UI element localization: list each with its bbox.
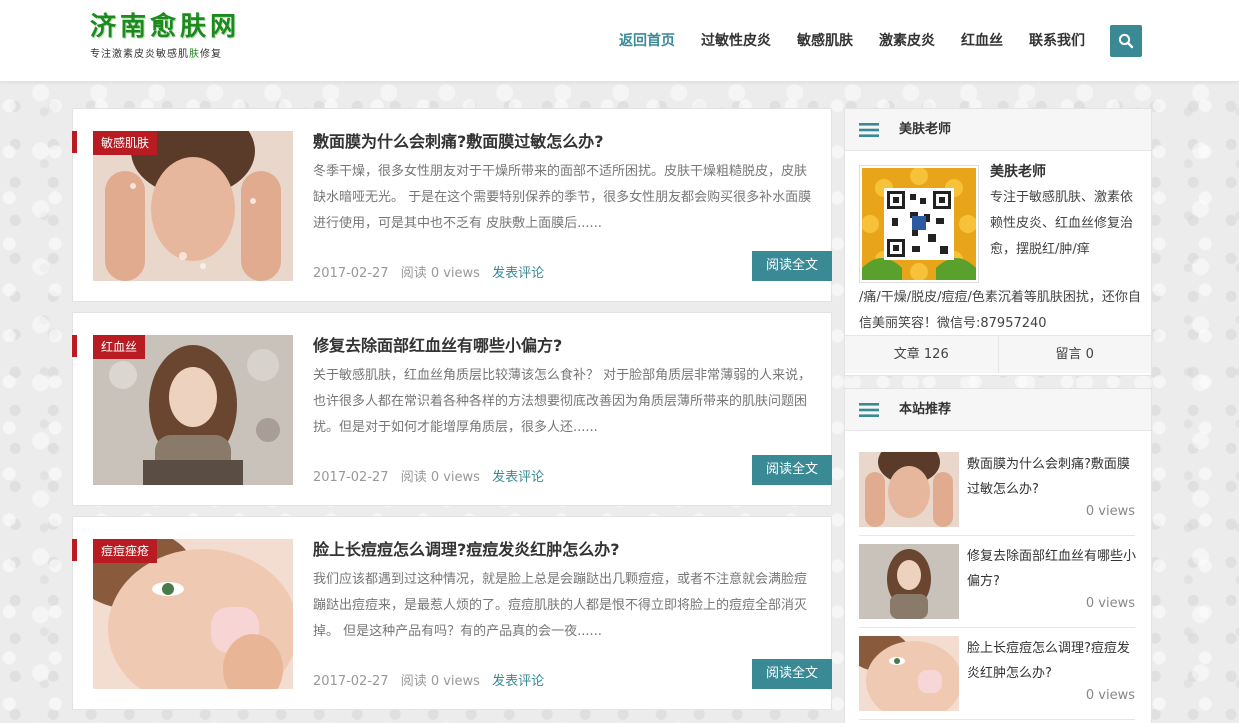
nav-item-allergic-dermatitis[interactable]: 过敏性皮炎 [688,24,784,58]
author-bio-continued: /痛/干燥/脱皮/痘痘/色素沉着等肌肤困扰，还你自信美丽笑容！微信号:87957… [859,290,1141,331]
post-views: 阅读 0 views [400,266,480,281]
author-widget: 美肤老师 美肤老师 专注于敏感肌肤、激素依赖性皮炎、红血丝修复治愈，摆脱红/肿/… [844,108,1152,376]
recommend-title[interactable]: 修复去除面部红血丝有哪些小偏方? [967,544,1137,594]
post-thumbnail[interactable]: 红血丝 [93,335,293,485]
divider [859,719,1135,720]
comment-link[interactable]: 发表评论 [492,674,544,689]
widget-title: 美肤老师 [899,122,952,137]
category-tag[interactable]: 痘痘痤疮 [93,539,158,563]
divider [859,627,1135,628]
recommend-views: 0 views [1085,504,1135,519]
read-more-button[interactable]: 阅读全文 [752,659,832,689]
wechat-qr-code [859,165,979,283]
author-bio: 专注于敏感肌肤、激素依赖性皮炎、红血丝修复治愈，摆脱红/肿/痒 [990,190,1134,257]
recommend-thumbnail[interactable] [859,452,959,527]
post-card: 敏感肌肤 敷面膜为什么会刺痛?敷面膜过敏怎么办? 冬季干燥，很多女性朋友对于干燥… [72,108,832,302]
post-title[interactable]: 敷面膜为什么会刺痛?敷面膜过敏怎么办? [313,130,604,154]
search-icon [1118,33,1134,49]
recommend-title[interactable]: 敷面膜为什么会刺痛?敷面膜过敏怎么办? [967,452,1137,502]
site-subtitle: 专注激素皮炎敏感肌肤修复 [90,49,222,60]
post-excerpt: 我们应该都遇到过这种情况，就是脸上总是会蹦跶出几颗痘痘，或者不注意就会满脸痘蹦跶… [313,572,808,639]
nav-item-hormone-dermatitis[interactable]: 激素皮炎 [866,24,948,58]
post-thumbnail[interactable]: 敏感肌肤 [93,131,293,281]
site-logo[interactable]: 济南愈肤网 专注激素皮炎敏感肌肤修复 [90,12,240,60]
category-tag[interactable]: 敏感肌肤 [93,131,158,155]
nav-item-sensitive-skin[interactable]: 敏感肌肤 [784,24,866,58]
read-more-button[interactable]: 阅读全文 [752,251,832,281]
nav-item-contact[interactable]: 联系我们 [1016,24,1098,58]
post-title[interactable]: 修复去除面部红血丝有哪些小偏方? [313,334,562,358]
post-meta: 2017-02-27 阅读 0 views 发表评论 [313,466,552,485]
author-name: 美肤老师 [990,164,1046,180]
post-date: 2017-02-27 [313,470,389,485]
recommend-views: 0 views [1085,596,1135,611]
widget-header: 美肤老师 [845,109,1151,151]
article-count[interactable]: 文章 126 [845,336,998,373]
nav-item-red-veins[interactable]: 红血丝 [948,24,1016,58]
post-card: 红血丝 修复去除面部红血丝有哪些小偏方? 关于敏感肌肤，红血丝角质层比较薄该怎么… [72,312,832,506]
recommend-title[interactable]: 脸上长痘痘怎么调理?痘痘发炎红肿怎么办? [967,636,1137,686]
search-button[interactable] [1110,25,1142,57]
recommend-item[interactable]: 修复去除面部红血丝有哪些小偏方? 0 views [859,544,1137,622]
post-thumbnail[interactable]: 痘痘痤疮 [93,539,293,689]
post-title[interactable]: 脸上长痘痘怎么调理?痘痘发炎红肿怎么办? [313,538,620,562]
post-meta: 2017-02-27 阅读 0 views 发表评论 [313,262,552,281]
recommend-widget: 本站推荐 敷面膜为什么会刺痛?敷面膜过敏怎么办? 0 views 修复去除面部红… [844,388,1152,723]
post-excerpt: 冬季干燥，很多女性朋友对于干燥所带来的面部不适所困扰。皮肤干燥粗糙脱皮，皮肤缺水… [313,164,812,231]
recommend-item[interactable]: 敷面膜为什么会刺痛?敷面膜过敏怎么办? 0 views [859,452,1135,530]
read-more-button[interactable]: 阅读全文 [752,455,832,485]
comment-link[interactable]: 发表评论 [492,266,544,281]
widget-header: 本站推荐 [845,389,1151,431]
category-tag[interactable]: 红血丝 [93,335,146,359]
recommend-views: 0 views [1085,688,1135,703]
menu-icon [859,403,879,417]
post-excerpt: 关于敏感肌肤，红血丝角质层比较薄该怎么食补？ 对于脸部角质层非常薄弱的人来说，也… [313,368,812,435]
site-header: 济南愈肤网 专注激素皮炎敏感肌肤修复 返回首页 过敏性皮炎 敏感肌肤 激素皮炎 … [0,0,1239,82]
widget-title: 本站推荐 [899,402,952,417]
divider [859,535,1135,536]
menu-icon [859,123,879,137]
comment-link[interactable]: 发表评论 [492,470,544,485]
nav-item-home[interactable]: 返回首页 [606,24,688,58]
post-date: 2017-02-27 [313,266,389,281]
recommend-item[interactable]: 脸上长痘痘怎么调理?痘痘发炎红肿怎么办? 0 views [859,636,1135,714]
message-count[interactable]: 留言 0 [997,336,1152,373]
recommend-thumbnail[interactable] [859,544,959,619]
post-views: 阅读 0 views [400,470,480,485]
recommend-thumbnail[interactable] [859,636,959,711]
post-date: 2017-02-27 [313,674,389,689]
main-nav: 返回首页 过敏性皮炎 敏感肌肤 激素皮炎 红血丝 联系我们 [606,24,1098,58]
post-card: 痘痘痤疮 脸上长痘痘怎么调理?痘痘发炎红肿怎么办? 我们应该都遇到过这种情况，就… [72,516,832,710]
site-title[interactable]: 济南愈肤网 [90,12,240,42]
post-meta: 2017-02-27 阅读 0 views 发表评论 [313,670,552,689]
author-stats: 文章 126 留言 0 [845,335,1151,373]
post-views: 阅读 0 views [400,674,480,689]
